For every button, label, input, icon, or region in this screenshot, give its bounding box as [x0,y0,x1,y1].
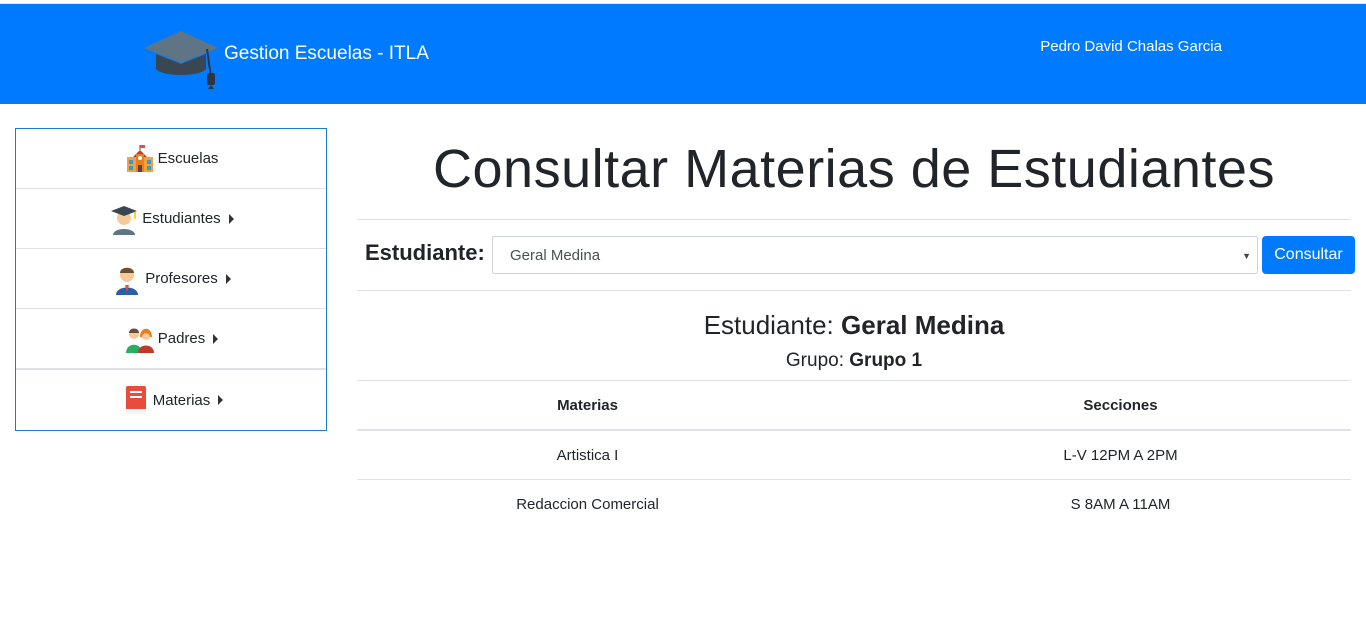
dropdown-arrow-icon: ▼ [1242,251,1251,261]
page-title: Consultar Materias de Estudiantes [433,139,1275,199]
sidebar-item-padres[interactable]: Padres [16,309,326,369]
caret-right-icon [213,333,219,344]
top-navbar: Gestion Escuelas - ITLA Pedro David Chal… [0,3,1366,104]
section-cell: L-V 12PM A 2PM [1063,446,1178,464]
sidebar-item-label: Profesores [145,270,218,287]
caret-right-icon [218,395,224,405]
school-building-icon [126,144,153,172]
column-header-secciones: Secciones [1083,396,1158,414]
result-group-name: Grupo 1 [849,350,923,371]
result-student-name: Geral Medina [841,310,1005,340]
table-header-row: Materias Secciones [357,380,1351,430]
divider [357,219,1351,220]
caret-right-icon [225,273,231,284]
divider [357,290,1351,291]
result-student-label: Estudiante: [703,310,834,340]
result-student-heading: Estudiante: Geral Medina [357,310,1351,341]
sidebar-menu: Escuelas Estudiantes Profesores Padres M… [15,128,327,431]
graduation-cap-icon [144,31,218,89]
table-row: Redaccion Comercial S 8AM A 11AM [357,479,1351,528]
app-title: Gestion Escuelas - ITLA [224,43,429,64]
subject-cell: Redaccion Comercial [516,495,659,513]
result-group-label: Grupo: [785,350,844,371]
sidebar-item-materias[interactable]: Materias [16,369,326,430]
subject-cell: Artistica I [556,446,619,464]
student-select[interactable]: Geral Medina ▼ [492,236,1258,274]
sidebar-item-label: Estudiantes [142,210,221,227]
column-header-materias: Materias [557,396,618,414]
sidebar-item-escuelas[interactable]: Escuelas [16,129,326,189]
consultar-button[interactable]: Consultar [1262,236,1355,274]
parents-icon [125,328,154,353]
student-query-form: Estudiante: Geral Medina ▼ Consultar [357,236,1355,274]
caret-right-icon [228,213,234,224]
sidebar-item-label: Materias [152,391,211,409]
result-group-heading: Grupo: Grupo 1 [357,350,1351,372]
sidebar-item-estudiantes[interactable]: Estudiantes [16,189,326,249]
sidebar-item-label: Escuelas [157,150,219,167]
student-select-label: Estudiante: [365,240,485,265]
book-icon [125,386,146,414]
main-content: Consultar Materias de Estudiantes Estudi… [357,104,1355,513]
sidebar-item-label: Padres [157,330,206,347]
table-row: Artistica I L-V 12PM A 2PM [357,430,1351,479]
graduate-student-icon [111,205,138,235]
teacher-icon [116,267,139,295]
student-select-value: Geral Medina [510,247,601,264]
sidebar-item-profesores[interactable]: Profesores [16,249,326,309]
subjects-table: Materias Secciones Artistica I L-V 12PM … [357,380,1351,528]
brand[interactable]: Gestion Escuelas - ITLA [142,29,429,91]
user-name[interactable]: Pedro David Chalas Garcia [1040,38,1222,55]
section-cell: S 8AM A 11AM [1070,495,1171,513]
